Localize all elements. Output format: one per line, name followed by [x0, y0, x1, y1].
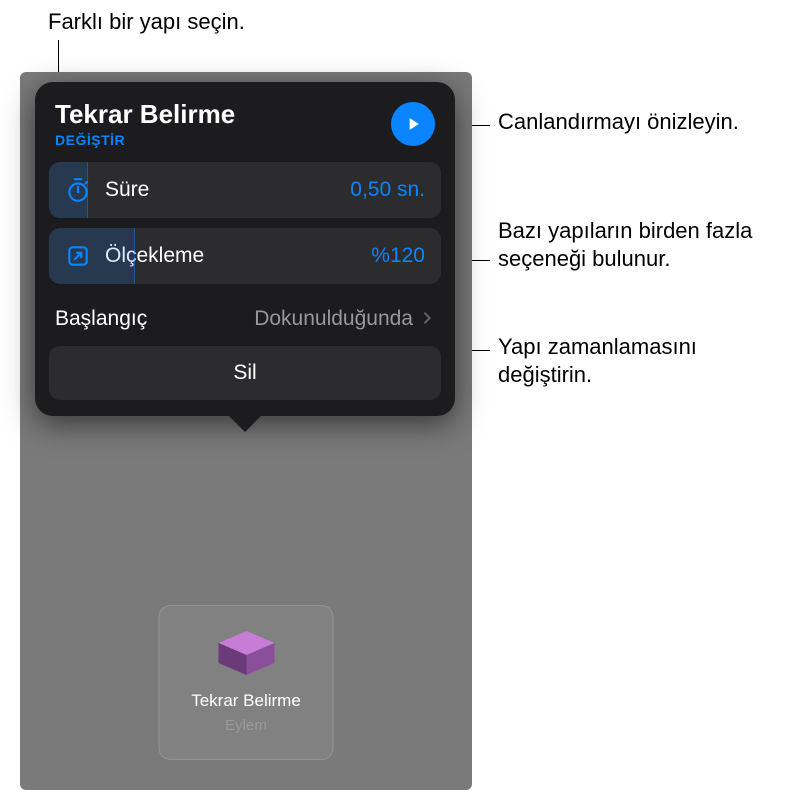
build-title: Tekrar Belirme: [55, 100, 235, 130]
scale-label: Ölçekleme: [105, 244, 371, 268]
callout-multiple-options: Bazı yapıların birden fazla seçeneği bul…: [498, 217, 793, 273]
change-button[interactable]: DEĞİŞTİR: [55, 132, 235, 148]
callout-preview: Canlandırmayı önizleyin.: [498, 108, 739, 136]
screenshot-frame: Tekrar Belirme DEĞİŞTİR Süre 0,50 sn.: [20, 72, 472, 790]
preview-play-button[interactable]: [391, 102, 435, 146]
callout-change-timing: Yapı zamanlamasını değiştirin.: [498, 333, 793, 389]
start-label: Başlangıç: [55, 307, 254, 331]
start-timing-row[interactable]: Başlangıç Dokunulduğunda: [49, 294, 441, 346]
title-block: Tekrar Belirme DEĞİŞTİR: [55, 100, 235, 148]
duration-label: Süre: [105, 178, 350, 202]
build-options-popover: Tekrar Belirme DEĞİŞTİR Süre 0,50 sn.: [35, 82, 455, 416]
tile-name: Tekrar Belirme: [191, 691, 301, 711]
duration-control[interactable]: Süre 0,50 sn.: [49, 162, 441, 218]
tile-type: Eylem: [225, 717, 267, 734]
object-3d-icon: [216, 631, 276, 675]
scale-fill: [49, 228, 135, 284]
build-tile[interactable]: Tekrar Belirme Eylem: [159, 605, 334, 760]
duration-value: 0,50 sn.: [350, 178, 425, 202]
scale-value: %120: [371, 244, 425, 268]
popover-header: Tekrar Belirme DEĞİŞTİR: [49, 100, 441, 148]
start-value: Dokunulduğunda: [254, 307, 413, 331]
scale-control[interactable]: Ölçekleme %120: [49, 228, 441, 284]
callout-choose-build: Farklı bir yapı seçin.: [48, 8, 245, 36]
play-icon: [403, 114, 423, 134]
duration-fill: [49, 162, 88, 218]
delete-button[interactable]: Sil: [49, 346, 441, 400]
chevron-right-icon: [419, 306, 435, 332]
